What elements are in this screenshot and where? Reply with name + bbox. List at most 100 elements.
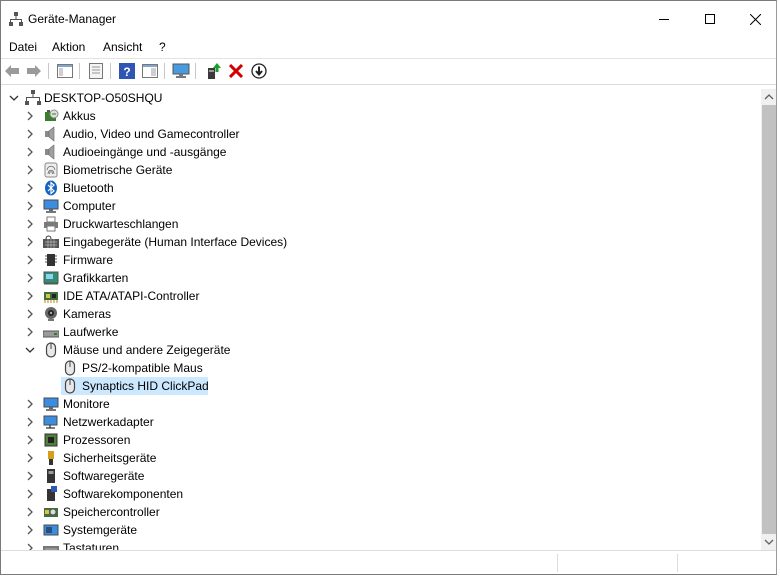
chevron-right-icon[interactable] <box>25 506 35 518</box>
chevron-right-icon[interactable] <box>25 416 35 428</box>
chevron-right-icon[interactable] <box>25 308 35 320</box>
tree-category-label: IDE ATA/ATAPI-Controller <box>63 289 200 303</box>
tree-category[interactable]: Computer <box>1 197 741 215</box>
tree-category[interactable]: Speichercontroller <box>1 503 741 521</box>
chevron-right-icon[interactable] <box>25 398 35 410</box>
tree-category[interactable]: Eingabegeräte (Human Interface Devices) <box>1 233 741 251</box>
scroll-up-icon[interactable] <box>764 93 774 101</box>
scroll-down-icon[interactable] <box>764 538 774 546</box>
security-key-icon <box>48 451 54 465</box>
system-device-icon <box>43 524 59 536</box>
chevron-right-icon[interactable] <box>25 236 35 248</box>
properties-button[interactable] <box>87 62 105 80</box>
disable-device-button[interactable] <box>250 62 268 80</box>
tree-category-label: Bluetooth <box>63 181 114 195</box>
network-adapter-icon <box>43 415 58 429</box>
chevron-right-icon[interactable] <box>25 326 35 338</box>
tree-category[interactable]: Softwaregeräte <box>1 467 741 485</box>
tree-root[interactable]: DESKTOP-O50SHQU <box>1 89 741 107</box>
chevron-right-icon[interactable] <box>25 542 35 550</box>
tree-category[interactable]: IDE ATA/ATAPI-Controller <box>1 287 741 305</box>
tree-device[interactable]: Synaptics HID ClickPad <box>1 377 741 395</box>
computer-tree-icon <box>25 90 41 105</box>
vertical-scrollbar[interactable] <box>761 89 776 550</box>
tree-category-label: Softwaregeräte <box>63 469 145 483</box>
help-button[interactable]: ? <box>118 62 136 80</box>
update-driver-button[interactable] <box>204 62 222 80</box>
tree-category[interactable]: Kameras <box>1 305 741 323</box>
keyboard-icon <box>43 546 59 550</box>
tree-category-label: Laufwerke <box>63 325 119 339</box>
chevron-right-icon[interactable] <box>25 110 35 122</box>
software-device-icon <box>47 469 55 483</box>
chevron-right-icon[interactable] <box>25 488 35 500</box>
menu-help[interactable]: ? <box>159 40 166 54</box>
tree-category[interactable]: Firmware <box>1 251 741 269</box>
tree-category[interactable]: Mäuse und andere Zeigegeräte <box>1 341 741 359</box>
chevron-right-icon[interactable] <box>25 254 35 266</box>
tree-category[interactable]: Biometrische Geräte <box>1 161 741 179</box>
tree-category[interactable]: Grafikkarten <box>1 269 741 287</box>
tree-category-label: Grafikkarten <box>63 271 129 285</box>
ide-controller-icon <box>44 292 58 303</box>
menu-datei[interactable]: Datei <box>9 40 37 54</box>
tree-device[interactable]: PS/2-kompatible Maus <box>1 359 741 377</box>
scrollbar-thumb[interactable] <box>762 105 776 534</box>
tree-category[interactable]: Tastaturen <box>1 539 741 550</box>
tree-category[interactable]: Audio, Video und Gamecontroller <box>1 125 741 143</box>
chevron-right-icon[interactable] <box>25 434 35 446</box>
chevron-right-icon[interactable] <box>25 290 35 302</box>
disk-drive-icon <box>43 330 59 338</box>
device-manager-app-icon <box>9 12 23 26</box>
uninstall-device-button[interactable] <box>227 62 245 80</box>
tree-category[interactable]: Akkus <box>1 107 741 125</box>
back-arrow-icon <box>5 65 19 77</box>
chevron-right-icon[interactable] <box>25 524 35 536</box>
tree-category[interactable]: Monitore <box>1 395 741 413</box>
scan-hardware-button[interactable] <box>172 62 190 80</box>
chevron-right-icon[interactable] <box>25 182 35 194</box>
menu-bar: Datei Aktion Ansicht ? <box>1 37 776 57</box>
maximize-button[interactable] <box>687 1 733 37</box>
chevron-right-icon[interactable] <box>25 128 35 140</box>
tree-category[interactable]: Softwarekomponenten <box>1 485 741 503</box>
tree-category-label: Audio, Video und Gamecontroller <box>63 127 240 141</box>
close-button[interactable] <box>732 1 776 37</box>
chevron-right-icon[interactable] <box>25 272 35 284</box>
chevron-down-icon[interactable] <box>9 92 19 104</box>
action-pane-button[interactable] <box>141 62 159 80</box>
tree-category-label: Akkus <box>63 109 96 123</box>
minimize-button[interactable] <box>641 1 687 37</box>
chevron-right-icon[interactable] <box>25 164 35 176</box>
tree-category[interactable]: Sicherheitsgeräte <box>1 449 741 467</box>
back-button[interactable] <box>3 62 21 80</box>
chevron-right-icon[interactable] <box>25 200 35 212</box>
tree-category[interactable]: Bluetooth <box>1 179 741 197</box>
forward-button[interactable] <box>25 62 43 80</box>
tree-category[interactable]: Netzwerkadapter <box>1 413 741 431</box>
tree-category[interactable]: Systemgeräte <box>1 521 741 539</box>
tree-device-label: PS/2-kompatible Maus <box>82 361 203 375</box>
tree-category[interactable]: Prozessoren <box>1 431 741 449</box>
toolbar-separator <box>164 63 165 79</box>
tree-category[interactable]: Druckwarteschlangen <box>1 215 741 233</box>
tree-category[interactable]: Audioeingänge und -ausgänge <box>1 143 741 161</box>
chevron-right-icon[interactable] <box>25 146 35 158</box>
device-tree[interactable]: DESKTOP-O50SHQU Akkus Audio, Video und Ga… <box>1 89 761 550</box>
speaker-icon <box>45 126 55 142</box>
tree-category-label: Systemgeräte <box>63 523 138 537</box>
chevron-down-icon[interactable] <box>25 344 35 356</box>
software-component-icon <box>47 486 57 501</box>
bluetooth-icon <box>45 180 57 196</box>
chevron-right-icon[interactable] <box>25 218 35 230</box>
tree-category-label: Firmware <box>63 253 113 267</box>
title-bar[interactable]: Geräte-Manager <box>1 1 776 37</box>
show-hide-console-tree-button[interactable] <box>56 62 74 80</box>
menu-aktion[interactable]: Aktion <box>52 40 85 54</box>
uninstall-device-icon <box>229 64 243 78</box>
tree-category-label: Speichercontroller <box>63 505 160 519</box>
chevron-right-icon[interactable] <box>25 452 35 464</box>
menu-ansicht[interactable]: Ansicht <box>103 40 142 54</box>
tree-category[interactable]: Laufwerke <box>1 323 741 341</box>
chevron-right-icon[interactable] <box>25 470 35 482</box>
